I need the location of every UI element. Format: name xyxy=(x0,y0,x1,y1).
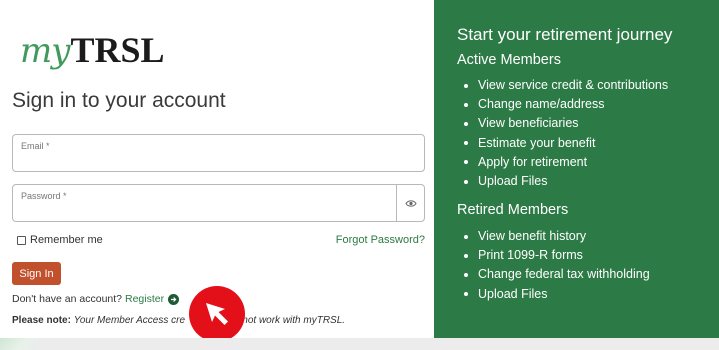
pointer-cursor-icon xyxy=(189,286,245,342)
retired-members-list: View benefit history Print 1099-R forms … xyxy=(464,227,650,304)
show-password-button[interactable] xyxy=(396,185,424,221)
note-text-end: ll not work with myTRSL. xyxy=(235,315,346,326)
bullet-icon xyxy=(464,179,468,184)
password-input[interactable] xyxy=(21,203,391,217)
register-prompt: Don't have an account? Register xyxy=(12,293,180,305)
bullet-icon xyxy=(464,83,468,88)
list-item: Change name/address xyxy=(464,95,668,114)
info-panel: Start your retirement journey Active Mem… xyxy=(434,0,719,338)
mytrsl-logo: my TRSL xyxy=(20,18,165,68)
list-item: Estimate your benefit xyxy=(464,134,668,153)
list-item: View service credit & contributions xyxy=(464,76,668,95)
password-label: Password * xyxy=(21,191,67,201)
no-account-text: Don't have an account? xyxy=(12,293,122,305)
retired-members-heading: Retired Members xyxy=(457,202,569,218)
member-access-note: Please note: Your Member Access cre ll no… xyxy=(12,315,345,326)
arrow-right-glyph xyxy=(171,296,177,302)
list-item-text: Apply for retirement xyxy=(478,154,588,169)
page-title: Sign in to your account xyxy=(12,89,226,112)
list-item-text: Upload Files xyxy=(478,173,548,188)
decorative-accent xyxy=(0,338,36,350)
list-item: Upload Files xyxy=(464,172,668,191)
list-item: Apply for retirement xyxy=(464,153,668,172)
remember-me-checkbox[interactable] xyxy=(17,235,26,245)
list-item-text: View service credit & contributions xyxy=(478,78,669,92)
remember-me[interactable]: Remember me xyxy=(17,234,103,246)
list-item: Print 1099-R forms xyxy=(464,246,650,265)
list-item-text: Change federal tax withholding xyxy=(478,267,650,282)
note-text: Your Member Access cre xyxy=(73,315,186,326)
arrow-right-circle-icon[interactable] xyxy=(168,293,180,305)
page-footer-strip xyxy=(0,338,719,350)
cursor-arrow-glyph xyxy=(206,303,228,325)
active-members-list: View service credit & contributions Chan… xyxy=(464,76,668,191)
bullet-icon xyxy=(464,102,468,107)
email-label: Email * xyxy=(21,141,50,151)
forgot-password-link[interactable]: Forgot Password? xyxy=(325,234,425,246)
email-field[interactable]: Email * xyxy=(12,134,425,172)
list-item: Change federal tax withholding xyxy=(464,265,650,284)
bullet-icon xyxy=(464,253,468,258)
active-members-heading: Active Members xyxy=(457,52,561,68)
remember-me-label: Remember me xyxy=(30,234,103,246)
list-item-text: View benefit history xyxy=(478,229,587,243)
list-item-text: Estimate your benefit xyxy=(478,135,596,150)
list-item-text: Change name/address xyxy=(478,97,605,112)
list-item: View benefit history xyxy=(464,227,650,246)
email-input[interactable] xyxy=(21,153,391,167)
logo-brand-text: TRSL xyxy=(70,30,165,70)
register-link[interactable]: Register xyxy=(125,293,164,305)
list-item-text: Print 1099-R forms xyxy=(478,248,583,263)
bullet-icon xyxy=(464,121,468,126)
note-label: Please note: xyxy=(12,315,71,326)
bullet-icon xyxy=(464,272,468,277)
bullet-icon xyxy=(464,292,468,297)
list-item-text: View beneficiaries xyxy=(478,116,579,131)
info-panel-title: Start your retirement journey xyxy=(457,25,673,44)
list-item: Upload Files xyxy=(464,285,650,304)
sign-in-button[interactable]: Sign In xyxy=(12,262,61,285)
bullet-icon xyxy=(464,234,468,239)
bullet-icon xyxy=(464,141,468,146)
logo-my-text: my xyxy=(20,31,70,71)
list-item: View beneficiaries xyxy=(464,114,668,133)
list-item-text: Upload Files xyxy=(478,286,548,301)
password-field[interactable]: Password * xyxy=(12,184,425,222)
eye-icon xyxy=(404,199,417,207)
bullet-icon xyxy=(464,160,468,165)
